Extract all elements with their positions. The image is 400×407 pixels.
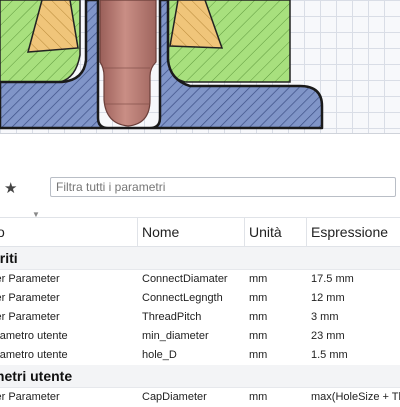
cell-unit: mm — [249, 273, 268, 285]
group-title: metri utente — [0, 368, 73, 384]
parameters-toolbar: ★ ▼ — [0, 134, 400, 219]
cell-expression[interactable]: 23 mm — [311, 330, 345, 342]
table-row[interactable]: arametro utente hole_D mm 1.5 mm — [0, 346, 400, 365]
cell-source: ser Parameter — [0, 391, 60, 403]
cell-unit: mm — [249, 330, 268, 342]
table-header: o Nome Unità Espressione — [0, 217, 400, 247]
central-rod — [99, 0, 157, 127]
header-source[interactable]: o — [0, 224, 5, 240]
cell-name: ConnectLegngth — [142, 292, 223, 304]
group-title: eriti — [0, 250, 18, 266]
cell-name: ThreadPitch — [142, 311, 202, 323]
section-view-drawing — [0, 0, 324, 130]
cell-source: arametro utente — [0, 349, 68, 361]
cell-name: min_diameter — [142, 330, 209, 342]
header-expression[interactable]: Espressione — [311, 224, 388, 240]
search-input[interactable] — [51, 178, 395, 196]
header-name[interactable]: Nome — [142, 224, 179, 240]
header-unit[interactable]: Unità — [249, 224, 282, 240]
star-icon[interactable]: ★ — [4, 179, 17, 197]
cell-expression[interactable]: 17.5 mm — [311, 273, 354, 285]
cell-expression[interactable]: 1.5 mm — [311, 349, 348, 361]
cell-expression[interactable]: 3 mm — [311, 311, 339, 323]
group-header[interactable]: metri utente — [0, 365, 400, 388]
cell-source: ser Parameter — [0, 292, 60, 304]
parameters-table: o Nome Unità Espressione eriti ser Param… — [0, 217, 400, 407]
cell-source: ser Parameter — [0, 273, 60, 285]
table-row[interactable]: arametro utente min_diameter mm 23 mm — [0, 327, 400, 346]
cell-name: hole_D — [142, 349, 177, 361]
cell-unit: mm — [249, 311, 268, 323]
cell-expression[interactable]: max(HoleSize + Th — [311, 391, 400, 403]
cell-unit: mm — [249, 292, 268, 304]
cell-source: ser Parameter — [0, 311, 60, 323]
cell-name: CapDiameter — [142, 391, 207, 403]
table-row[interactable]: ser Parameter ConnectLegngth mm 12 mm — [0, 289, 400, 308]
parameters-panel: ★ ▼ o Nome Unità Espressione eriti ser P… — [0, 133, 400, 407]
cell-unit: mm — [249, 391, 268, 403]
cell-source: arametro utente — [0, 330, 68, 342]
cell-name: ConnectDiamater — [142, 273, 228, 285]
cad-viewport[interactable] — [0, 0, 400, 133]
table-row[interactable]: ser Parameter ThreadPitch mm 3 mm — [0, 308, 400, 327]
cell-expression[interactable]: 12 mm — [311, 292, 345, 304]
group-header[interactable]: eriti — [0, 247, 400, 270]
cell-unit: mm — [249, 349, 268, 361]
table-row[interactable]: ser Parameter ConnectDiamater mm 17.5 mm — [0, 270, 400, 289]
filter-field[interactable] — [50, 177, 396, 197]
table-row[interactable]: ser Parameter CapDiameter mm max(HoleSiz… — [0, 388, 400, 407]
